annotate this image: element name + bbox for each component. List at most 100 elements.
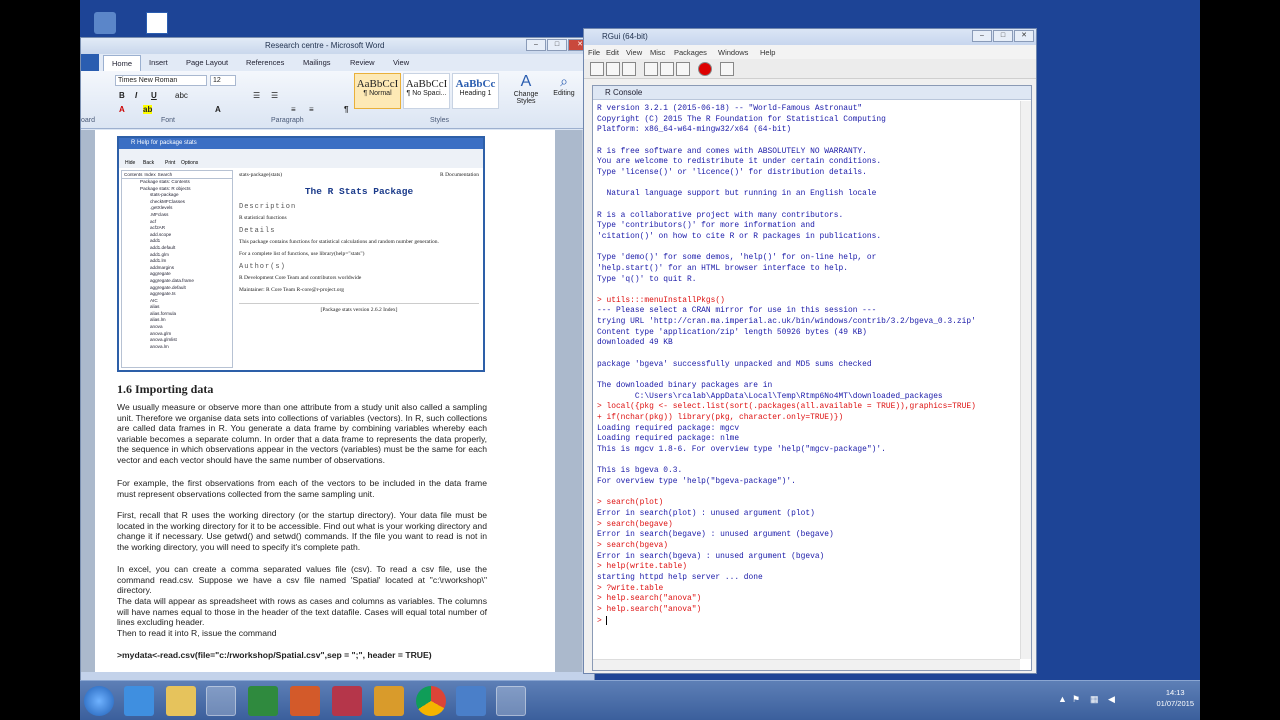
- menu-windows[interactable]: Windows: [718, 48, 748, 57]
- tray-chevron-icon[interactable]: ▲: [1058, 694, 1067, 704]
- tab-view[interactable]: View: [393, 58, 409, 67]
- print-label: Print: [165, 160, 176, 166]
- menu-misc[interactable]: Misc: [650, 48, 665, 57]
- word-title: Research centre - Microsoft Word: [265, 41, 385, 50]
- tree-item: anova.glmlist: [150, 337, 177, 343]
- r-help-image: R Help for package stats Hide Back Print…: [117, 136, 485, 372]
- open-script-icon[interactable]: [590, 62, 604, 76]
- excel-icon[interactable]: [248, 686, 278, 716]
- app-icon[interactable]: [456, 686, 486, 716]
- explorer-icon[interactable]: [166, 686, 196, 716]
- network-desktop-icon[interactable]: [94, 12, 116, 34]
- word-title-bar[interactable]: Research centre - Microsoft Word – □ ✕: [81, 38, 594, 54]
- highlight-button[interactable]: ab: [143, 105, 153, 114]
- console-output-line: This is bgeva 0.3.: [597, 466, 683, 476]
- tab-references[interactable]: References: [246, 58, 284, 67]
- powerpoint-icon[interactable]: [290, 686, 320, 716]
- tree-item: add1.glm: [150, 251, 169, 257]
- paragraph-1: We usually measure or observe more than …: [117, 402, 487, 465]
- tree-item: addmargins: [150, 264, 175, 270]
- maximize-button[interactable]: □: [547, 39, 567, 51]
- tree-item: aggregate: [150, 271, 171, 277]
- tab-mailings[interactable]: Mailings: [303, 58, 331, 67]
- console-horizontal-scrollbar[interactable]: [593, 659, 1020, 670]
- rgui-title-bar[interactable]: RGui (64-bit) – □ ✕: [584, 29, 1036, 45]
- console-vertical-scrollbar[interactable]: [1020, 101, 1031, 659]
- maintainer-text: Maintainer: R Core Team R-core@r-project…: [239, 287, 345, 293]
- tree-item: aggregate.default: [150, 284, 186, 290]
- rgui-maximize-button[interactable]: □: [993, 30, 1013, 42]
- group-clipboard: oard: [81, 117, 96, 124]
- save-icon[interactable]: [622, 62, 636, 76]
- access-icon[interactable]: [332, 686, 362, 716]
- paragraph-3: First, recall that R uses the working di…: [117, 510, 487, 552]
- menu-view[interactable]: View: [626, 48, 642, 57]
- style-sample: AaBbCc: [455, 78, 496, 90]
- start-button[interactable]: [84, 686, 114, 716]
- group-font: Font: [161, 117, 176, 124]
- details-text: This package contains functions for stat…: [239, 239, 439, 245]
- chrome-icon[interactable]: [416, 686, 446, 716]
- show-formatting-button[interactable]: ¶: [344, 105, 348, 114]
- minimize-button[interactable]: –: [526, 39, 546, 51]
- numbering-button[interactable]: ☰: [271, 91, 278, 100]
- tab-page-layout[interactable]: Page Layout: [186, 58, 228, 67]
- description-text: R statistical functions: [239, 215, 287, 221]
- italic-button[interactable]: I: [135, 91, 137, 100]
- strikethrough-button[interactable]: abc: [175, 91, 188, 100]
- style-normal[interactable]: AaBbCcI ¶ Normal: [354, 73, 401, 109]
- style-label: ¶ Normal: [363, 90, 392, 97]
- change-styles-button[interactable]: A Change Styles: [509, 73, 543, 105]
- menu-packages[interactable]: Packages: [674, 48, 707, 57]
- copy-icon[interactable]: [644, 62, 658, 76]
- style-no-spacing[interactable]: AaBbCcI ¶ No Spaci...: [403, 73, 450, 109]
- menu-edit[interactable]: Edit: [606, 48, 619, 57]
- align-left-button[interactable]: ≡: [291, 105, 296, 114]
- bold-button[interactable]: B: [119, 91, 125, 100]
- console-command-line: > help.search("anova"): [597, 594, 702, 604]
- word-doc-desktop-icon[interactable]: [146, 12, 168, 34]
- load-workspace-icon[interactable]: [606, 62, 620, 76]
- ie-icon[interactable]: [124, 686, 154, 716]
- console-command-line: > help.search("anova"): [597, 604, 702, 614]
- style-heading1[interactable]: AaBbCc Heading 1: [452, 73, 499, 109]
- word-task-icon[interactable]: [206, 686, 236, 716]
- console-output-line: Error in search(plot) : unused argument …: [597, 508, 815, 518]
- tab-home[interactable]: Home: [103, 55, 142, 71]
- bullets-button[interactable]: ☰: [253, 91, 260, 100]
- details-text-2: For a complete list of functions, use li…: [239, 251, 365, 257]
- r-task-icon[interactable]: [496, 686, 526, 716]
- stop-icon[interactable]: [698, 62, 712, 76]
- print-icon[interactable]: [720, 62, 734, 76]
- underline-button[interactable]: U: [151, 91, 157, 100]
- code-line: >mydata<-read.csv(file="c:/rworkshop/Spa…: [117, 650, 432, 660]
- copy-paste-icon[interactable]: [676, 62, 690, 76]
- document-page[interactable]: R Help for package stats Hide Back Print…: [95, 130, 555, 720]
- paste-icon[interactable]: [660, 62, 674, 76]
- flag-icon[interactable]: ⚑: [1072, 694, 1080, 705]
- console-output-line: Error in search(begave) : unused argumen…: [597, 530, 834, 540]
- font-color-button[interactable]: A: [119, 105, 125, 114]
- hide-label: Hide: [125, 160, 136, 166]
- volume-icon[interactable]: ◀: [1108, 694, 1115, 705]
- r-console[interactable]: R Console R version 3.2.1 (2015-06-18) -…: [592, 85, 1032, 671]
- editing-button[interactable]: ⌕ Editing: [547, 73, 581, 97]
- tab-review[interactable]: Review: [350, 58, 375, 67]
- console-command-line: > ?write.table: [597, 583, 664, 593]
- menu-file[interactable]: File: [588, 48, 600, 57]
- file-tab[interactable]: [81, 54, 99, 71]
- console-output[interactable]: R version 3.2.1 (2015-06-18) -- "World-F…: [597, 104, 1019, 658]
- outlook-icon[interactable]: [374, 686, 404, 716]
- menu-help[interactable]: Help: [760, 48, 775, 57]
- center-button[interactable]: ≡: [309, 105, 314, 114]
- font-name-field[interactable]: Times New Roman: [115, 75, 207, 86]
- tab-insert[interactable]: Insert: [149, 58, 168, 67]
- clock[interactable]: 14:13 01/07/2015: [1156, 687, 1194, 709]
- font-size-field[interactable]: 12: [210, 75, 236, 86]
- rgui-minimize-button[interactable]: –: [972, 30, 992, 42]
- grow-font-button[interactable]: A: [215, 105, 221, 114]
- rgui-close-button[interactable]: ✕: [1014, 30, 1034, 42]
- network-icon[interactable]: ▦: [1090, 694, 1099, 705]
